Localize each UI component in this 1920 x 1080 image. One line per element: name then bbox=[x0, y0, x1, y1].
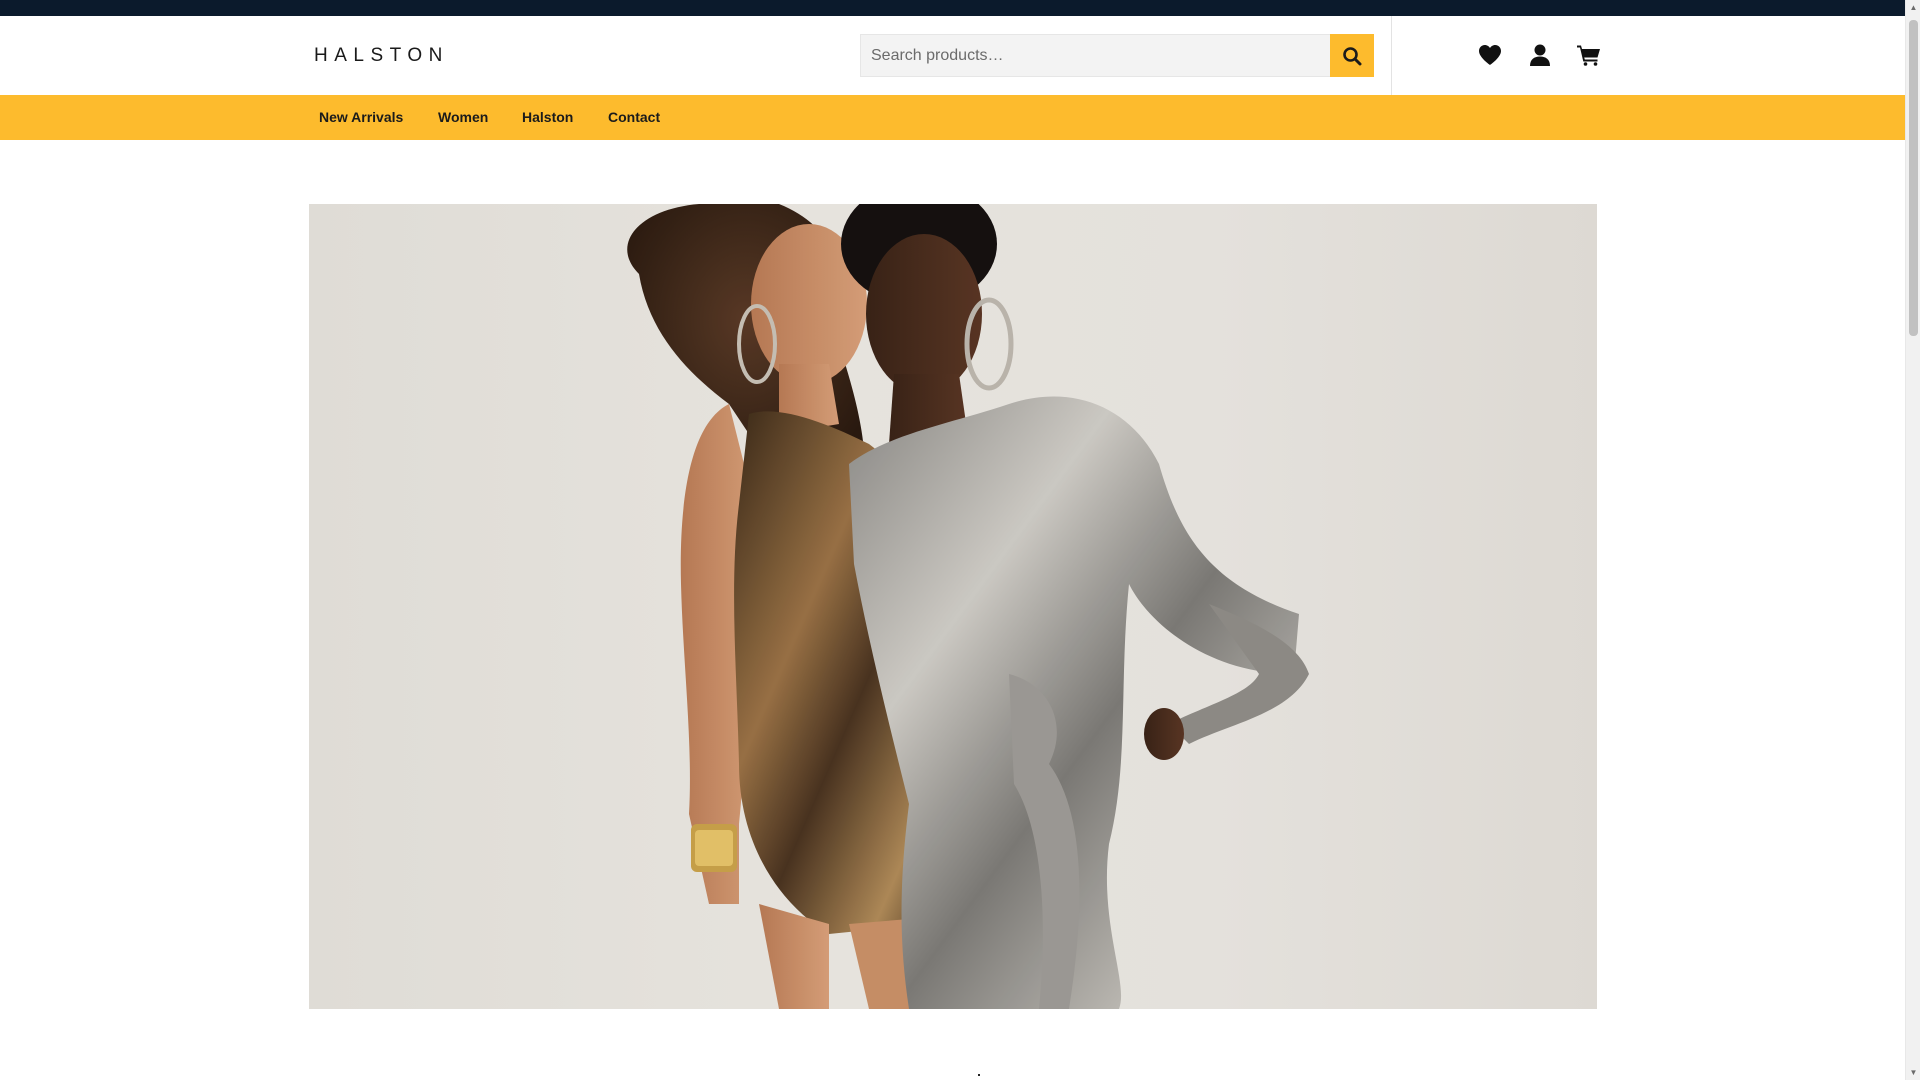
main-nav: New Arrivals Women Halston Contact bbox=[0, 95, 1905, 140]
product-search bbox=[860, 34, 1374, 77]
page-scrollbar[interactable]: ▲ ▼ bbox=[1905, 0, 1920, 1080]
search-button[interactable] bbox=[1330, 34, 1374, 77]
cart-icon bbox=[1577, 45, 1600, 66]
search-icon bbox=[1343, 46, 1362, 65]
scroll-thumb[interactable] bbox=[1909, 20, 1918, 336]
nav-item-new-arrivals[interactable]: New Arrivals bbox=[319, 95, 403, 140]
heart-icon bbox=[1479, 45, 1501, 65]
site-header: HALSTON bbox=[0, 16, 1905, 95]
search-input[interactable] bbox=[860, 34, 1330, 77]
account-button[interactable] bbox=[1527, 42, 1553, 68]
nav-item-contact[interactable]: Contact bbox=[608, 95, 660, 140]
header-divider bbox=[1391, 16, 1392, 95]
scroll-down-arrow[interactable]: ▼ bbox=[1906, 1065, 1920, 1080]
hero-image[interactable] bbox=[309, 204, 1597, 1009]
announcement-bar bbox=[0, 0, 1905, 16]
cart-button[interactable] bbox=[1576, 42, 1602, 68]
nav-item-women[interactable]: Women bbox=[438, 95, 488, 140]
hero-models-photo bbox=[627, 204, 1309, 1009]
wishlist-button[interactable] bbox=[1477, 42, 1503, 68]
user-icon bbox=[1530, 44, 1550, 66]
page: HALSTON Search products… New Arrivals Wo… bbox=[0, 0, 1920, 1080]
scroll-up-arrow[interactable]: ▲ bbox=[1906, 0, 1920, 15]
nav-item-halston[interactable]: Halston bbox=[522, 95, 573, 140]
brand-logo[interactable]: HALSTON bbox=[314, 45, 449, 67]
content-below-fold bbox=[978, 1074, 980, 1076]
